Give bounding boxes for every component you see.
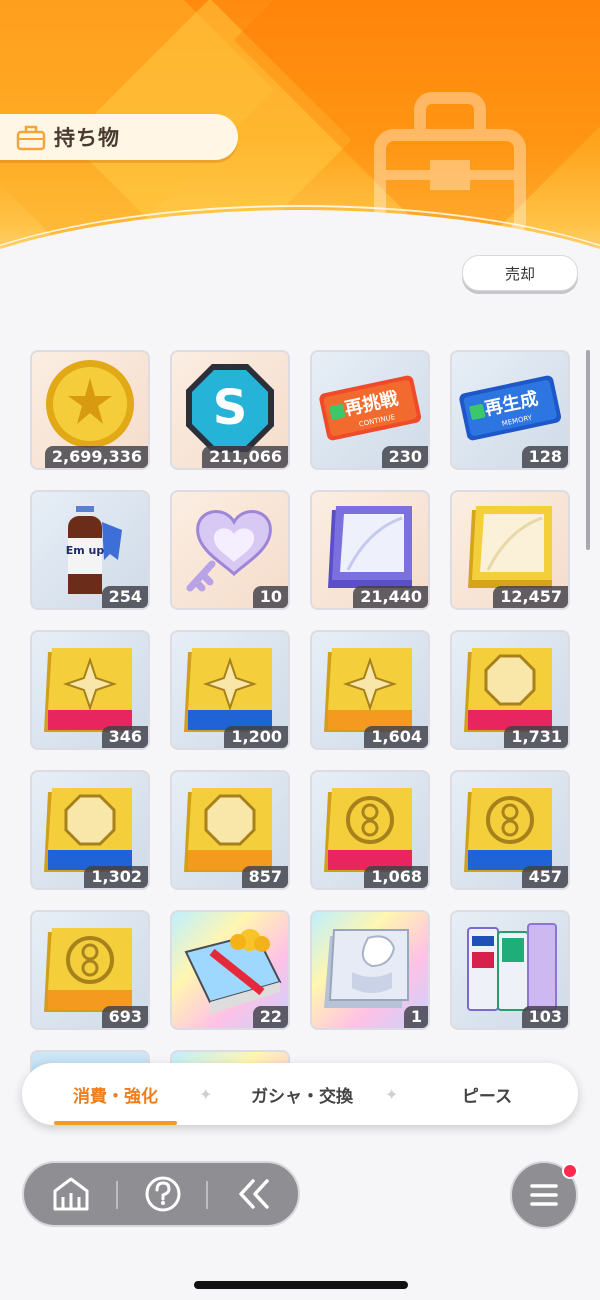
item-grid: 2,699,336 S 211,066 再挑戦 CONTINUE 230 再生成… [30, 350, 570, 1030]
item-tile[interactable]: 693 [30, 910, 150, 1030]
item-quantity: 254 [101, 586, 148, 608]
active-tab-indicator [54, 1121, 177, 1125]
notification-dot [562, 1163, 578, 1179]
sell-button[interactable]: 売却 [462, 255, 578, 291]
item-tile[interactable]: Em up 254 [30, 490, 150, 610]
item-quantity: 211,066 [202, 446, 288, 468]
item-tile[interactable]: 2,699,336 [30, 350, 150, 470]
item-quantity: 346 [101, 726, 148, 748]
home-button[interactable] [26, 1163, 116, 1225]
help-button[interactable] [118, 1163, 208, 1225]
item-tile[interactable]: 再生成 MEMORY 128 [450, 350, 570, 470]
home-icon [53, 1177, 89, 1211]
item-quantity: 457 [521, 866, 568, 888]
help-icon [145, 1176, 181, 1212]
item-tile[interactable]: 10 [170, 490, 290, 610]
item-tile[interactable]: S 211,066 [170, 350, 290, 470]
tab-pieces[interactable]: ピース [422, 1063, 552, 1125]
back-button[interactable] [208, 1163, 298, 1225]
item-quantity: 1,302 [84, 866, 148, 888]
item-quantity: 2,699,336 [44, 446, 148, 468]
tab-separator-icon: ✦ [199, 1084, 213, 1104]
item-quantity: 693 [101, 1006, 148, 1028]
tab-gacha-exchange[interactable]: ガシャ・交換 [227, 1063, 377, 1125]
hamburger-menu-icon [530, 1184, 558, 1206]
item-tile[interactable]: 21,440 [310, 490, 430, 610]
category-tab-bar: 消費・強化 ✦ ガシャ・交換 ✦ ピース [22, 1063, 578, 1125]
item-tile[interactable]: 457 [450, 770, 570, 890]
svg-text:Em up: Em up [66, 544, 105, 557]
item-tile[interactable]: 1,731 [450, 630, 570, 750]
item-quantity: 857 [241, 866, 288, 888]
item-quantity: 22 [252, 1006, 288, 1028]
item-tile[interactable]: 再挑戦 CONTINUE 230 [310, 350, 430, 470]
item-tile[interactable]: 12,457 [450, 490, 570, 610]
page-title: 持ち物 [54, 126, 120, 150]
item-tile[interactable]: 22 [170, 910, 290, 1030]
svg-text:S: S [213, 380, 248, 436]
item-quantity: 1,604 [364, 726, 428, 748]
item-tile[interactable]: 1 [310, 910, 430, 1030]
item-quantity: 10 [252, 586, 288, 608]
bag-icon [16, 125, 46, 151]
item-tile[interactable]: 1,200 [170, 630, 290, 750]
page-title-pill: 持ち物 [0, 114, 238, 160]
item-quantity: 1,068 [364, 866, 428, 888]
item-quantity: 1 [403, 1006, 428, 1028]
item-quantity: 21,440 [353, 586, 428, 608]
home-indicator[interactable] [194, 1281, 408, 1289]
item-quantity: 1,200 [224, 726, 288, 748]
item-quantity: 128 [521, 446, 568, 468]
item-tile[interactable]: 103 [450, 910, 570, 1030]
tab-consume-enhance[interactable]: 消費・強化 [52, 1063, 179, 1125]
item-quantity: 12,457 [493, 586, 568, 608]
item-quantity: 1,731 [504, 726, 568, 748]
item-tile[interactable]: 857 [170, 770, 290, 890]
item-quantity: 230 [381, 446, 428, 468]
item-tile[interactable]: 346 [30, 630, 150, 750]
bottom-nav [22, 1161, 300, 1227]
double-chevron-left-icon [239, 1179, 269, 1209]
tab-separator-icon: ✦ [385, 1084, 399, 1104]
item-tile[interactable]: 1,604 [310, 630, 430, 750]
item-tile[interactable]: 1,068 [310, 770, 430, 890]
item-quantity: 103 [521, 1006, 568, 1028]
scrollbar[interactable] [586, 350, 590, 550]
item-tile[interactable]: 1,302 [30, 770, 150, 890]
